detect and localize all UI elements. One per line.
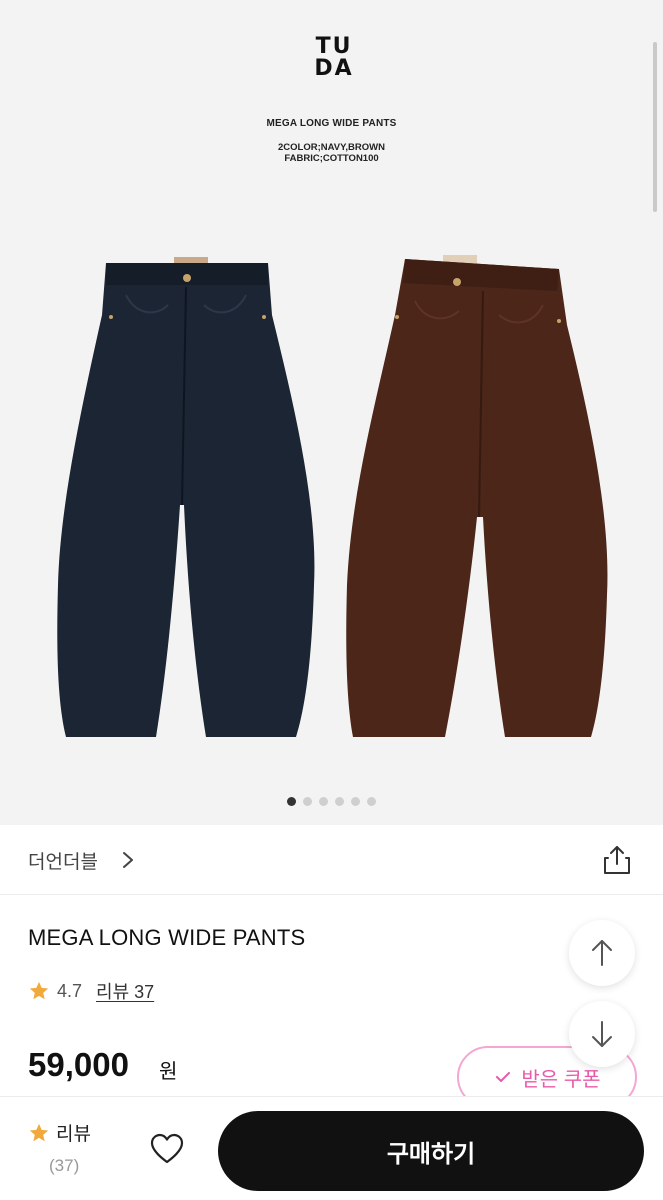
bottom-review-button[interactable]: 리뷰 (37) <box>28 1119 118 1176</box>
image-title-text: MEGA LONG WIDE PANTS <box>266 118 397 129</box>
carousel-dot[interactable] <box>319 797 328 806</box>
product-detail-page: TU DA MEGA LONG WIDE PANTS 2COLOR;NAVY,B… <box>0 0 663 1200</box>
star-icon <box>29 981 49 1000</box>
brown-pants-image <box>346 255 608 737</box>
heart-icon[interactable] <box>149 1132 185 1166</box>
carousel-dot[interactable] <box>351 797 360 806</box>
scroll-bottom-button[interactable] <box>569 1001 635 1067</box>
carousel-dot[interactable] <box>303 797 312 806</box>
carousel-dot[interactable] <box>335 797 344 806</box>
carousel-pagination <box>0 797 663 806</box>
arrow-up-icon <box>592 940 612 966</box>
buy-button[interactable]: 구매하기 <box>218 1111 644 1191</box>
price-currency: 원 <box>159 1061 178 1083</box>
bottom-review-label: 리뷰 <box>56 1124 91 1145</box>
share-icon[interactable] <box>600 843 634 877</box>
scroll-top-button[interactable] <box>569 920 635 986</box>
brand-logo: TU DA <box>314 34 354 81</box>
check-icon <box>496 1072 511 1082</box>
arrow-down-icon <box>592 1021 612 1047</box>
image-spec-fabric: FABRIC;COTTON100 <box>284 153 379 164</box>
product-price: 59,000 <box>28 1046 129 1083</box>
image-spec-color: 2COLOR;NAVY,BROWN <box>278 142 385 153</box>
star-icon <box>29 1123 49 1141</box>
product-name: MEGA LONG WIDE PANTS <box>28 925 306 950</box>
coupon-label: 받은 쿠폰 <box>521 1068 601 1091</box>
carousel-dot[interactable] <box>367 797 376 806</box>
rating-row: 4.7 리뷰 37 <box>28 976 154 1006</box>
product-image-carousel[interactable]: TU DA MEGA LONG WIDE PANTS 2COLOR;NAVY,B… <box>0 0 663 825</box>
navy-pants-image <box>57 257 315 737</box>
rating-value: 4.7 <box>57 980 83 1001</box>
chevron-right-icon[interactable] <box>118 849 138 871</box>
bottom-review-count: (37) <box>49 1156 80 1175</box>
review-count-link[interactable]: 리뷰 37 <box>96 978 154 1004</box>
seller-row: 더언더블 <box>0 825 663 895</box>
carousel-dot[interactable] <box>287 797 296 806</box>
bottom-action-bar: 리뷰 (37) 구매하기 <box>0 1097 663 1200</box>
seller-name-link[interactable]: 더언더블 <box>28 847 98 874</box>
